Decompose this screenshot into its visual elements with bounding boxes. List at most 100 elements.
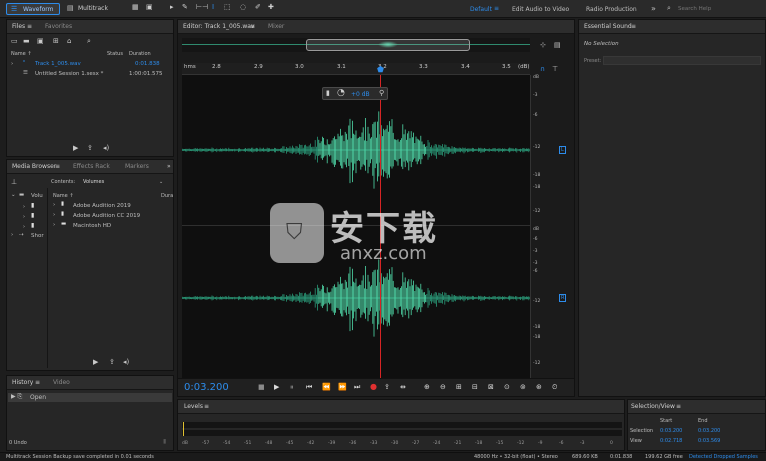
- expand-icon[interactable]: ›: [11, 232, 13, 238]
- search-input[interactable]: [678, 4, 758, 14]
- time-ruler[interactable]: hms 2.8 2.9 3.0 3.1 3.2 3.3 3.4 3.5 (dB)…: [182, 63, 530, 75]
- levels-menu-icon[interactable]: ≡: [204, 403, 209, 410]
- chevron-down-icon[interactable]: ⌄: [11, 192, 16, 198]
- expand-icon[interactable]: ›: [53, 212, 55, 218]
- files-col-name[interactable]: Name ↑: [11, 51, 32, 57]
- expand-icon[interactable]: ›: [23, 214, 25, 220]
- media-col-duration[interactable]: Dura: [161, 193, 173, 199]
- export-icon[interactable]: ⇪: [87, 144, 93, 152]
- list-item[interactable]: › ▬ Macintosh HD: [51, 221, 171, 232]
- slip-tool-icon[interactable]: ⊢⊣: [196, 3, 208, 11]
- zoom-to-selection-icon[interactable]: ⊹: [540, 41, 546, 49]
- tab-files[interactable]: Files: [12, 23, 25, 30]
- autoplay-icon[interactable]: ◂): [103, 144, 109, 152]
- file-row[interactable]: ☰ Untitled Session 1.sesx * 1:00:01.575: [9, 70, 169, 80]
- playhead-marker-icon[interactable]: ⬟: [377, 65, 384, 74]
- selection-menu-icon[interactable]: ≡: [676, 403, 681, 410]
- open-file-icon[interactable]: ▭: [11, 37, 18, 45]
- status-dropped-samples[interactable]: Detected Dropped Samples: [689, 454, 758, 460]
- rewind-marker-icon[interactable]: ∩: [540, 65, 545, 73]
- channel-l-badge[interactable]: L: [559, 146, 566, 154]
- move-to-start-icon[interactable]: ⏮: [306, 383, 312, 392]
- zoom-view-icon[interactable]: ▤: [554, 41, 561, 49]
- pin-icon[interactable]: ⊤: [552, 65, 558, 73]
- tree-item[interactable]: ⌄ ▬ Volu: [9, 192, 45, 202]
- selection-end-field[interactable]: 0:03.200: [698, 428, 720, 434]
- time-selection-tool-icon[interactable]: I: [212, 3, 214, 11]
- selection-view-title[interactable]: Selection/View: [631, 403, 675, 410]
- view-end-field[interactable]: 0:03.569: [698, 438, 720, 444]
- tree-item[interactable]: › ⇢ Shor: [9, 232, 45, 242]
- chevron-down-icon[interactable]: ⌄: [159, 179, 163, 185]
- files-col-status[interactable]: Status: [107, 51, 123, 57]
- move-to-end-icon[interactable]: ⏭: [354, 383, 360, 392]
- trash-icon[interactable]: ▮: [163, 438, 166, 445]
- razor-tool-icon[interactable]: ✎: [182, 3, 188, 11]
- editor-menu-icon[interactable]: ≡: [250, 23, 255, 30]
- expand-icon[interactable]: ›: [23, 224, 25, 230]
- import-file-icon[interactable]: ▬: [23, 37, 30, 45]
- insert-icon[interactable]: ⊞: [53, 37, 59, 45]
- essential-sound-title[interactable]: Essential Sound: [584, 23, 632, 30]
- rewind-icon[interactable]: ⏪: [322, 383, 331, 391]
- volume-knob-icon[interactable]: ◔: [337, 88, 345, 98]
- workspace-edit-audio-to-video[interactable]: Edit Audio to Video: [512, 6, 569, 13]
- expand-icon[interactable]: ›: [53, 202, 55, 208]
- zoom-out-full-icon[interactable]: ⊠: [488, 383, 494, 391]
- file-row[interactable]: › ᐦ Track 1_005.wav 0:01.838: [9, 60, 169, 70]
- zoom-in-time-icon[interactable]: ⊞: [456, 383, 462, 391]
- hud-gain-value[interactable]: +0 dB: [351, 91, 370, 98]
- workspace-default-menu-icon[interactable]: ≡: [494, 5, 499, 12]
- zoom-reset-icon[interactable]: ⊛: [536, 383, 542, 391]
- loop-icon[interactable]: ⇪: [384, 383, 390, 391]
- show-shortcuts-icon[interactable]: ⊥: [11, 178, 17, 186]
- workspace-default[interactable]: Default: [470, 6, 492, 13]
- zoom-selection-icon[interactable]: ⊚: [520, 383, 526, 391]
- play-icon[interactable]: ▶: [93, 358, 98, 366]
- tab-editor[interactable]: Editor: Track 1_005.wav: [183, 23, 255, 30]
- history-menu-icon[interactable]: ≡: [35, 379, 40, 386]
- channel-r-badge[interactable]: R: [559, 294, 567, 302]
- expand-icon[interactable]: ›: [23, 204, 25, 210]
- spectral-display-icon[interactable]: ▦: [132, 3, 139, 11]
- skip-selection-icon[interactable]: ⇹: [400, 383, 406, 391]
- tab-effects-rack[interactable]: Effects Rack: [73, 163, 110, 170]
- workspace-radio-production[interactable]: Radio Production: [586, 6, 637, 13]
- view-start-field[interactable]: 0:02.718: [660, 438, 682, 444]
- files-col-duration[interactable]: Duration: [129, 51, 151, 57]
- record-icon[interactable]: ●: [370, 382, 377, 391]
- files-menu-icon[interactable]: ≡: [27, 23, 32, 30]
- tab-video[interactable]: Video: [53, 379, 70, 386]
- tab-history[interactable]: History: [12, 379, 33, 386]
- tab-mixer[interactable]: Mixer: [268, 23, 284, 30]
- export-icon[interactable]: ⇪: [109, 358, 115, 366]
- tab-markers[interactable]: Markers: [125, 163, 149, 170]
- play-icon[interactable]: ▶: [73, 144, 78, 152]
- stop-icon[interactable]: ■: [258, 383, 265, 391]
- workspace-more-button[interactable]: »: [651, 4, 656, 13]
- brush-tool-icon[interactable]: ✐: [255, 3, 261, 11]
- zoom-out-amplitude-icon[interactable]: ⊖: [440, 383, 446, 391]
- gain-hud[interactable]: ▮ ◔ +0 dB ⚲: [322, 87, 388, 100]
- history-item[interactable]: ▶ ⎘ Open: [8, 393, 172, 402]
- selection-start-field[interactable]: 0:03.200: [660, 428, 682, 434]
- timer-icon[interactable]: ⏲: [552, 383, 557, 392]
- db-scale[interactable]: dB -3 -6 -12 -18 -18 -12 -6 -3 dB -3 -6 -12 -18 -18 -12…: [530, 75, 546, 414]
- tab-media-browser[interactable]: Media Browser: [12, 163, 56, 170]
- expand-icon[interactable]: ›: [53, 222, 55, 228]
- spot-healing-tool-icon[interactable]: ✚: [268, 3, 274, 11]
- new-file-icon[interactable]: ▣: [37, 37, 44, 45]
- waveform-mode-button[interactable]: ☰ Waveform: [6, 3, 60, 15]
- list-item[interactable]: › ▮ Adobe Audition CC 2019: [51, 211, 171, 222]
- fast-forward-icon[interactable]: ⏩: [338, 383, 347, 391]
- move-tool-icon[interactable]: ▸: [170, 3, 174, 11]
- pin-hud-icon[interactable]: ⚲: [379, 89, 384, 97]
- essential-menu-icon[interactable]: ≡: [631, 23, 636, 30]
- list-item[interactable]: › ▮ Adobe Audition 2019: [51, 201, 171, 212]
- pause-icon[interactable]: ⏸: [290, 383, 294, 392]
- search-help-box[interactable]: ⌕: [664, 4, 762, 15]
- lasso-tool-icon[interactable]: ◌: [240, 3, 246, 11]
- tab-favorites[interactable]: Favorites: [45, 23, 72, 30]
- multitrack-mode-button[interactable]: ▤ Multitrack: [64, 3, 116, 15]
- autoplay-icon[interactable]: ◂): [123, 358, 129, 366]
